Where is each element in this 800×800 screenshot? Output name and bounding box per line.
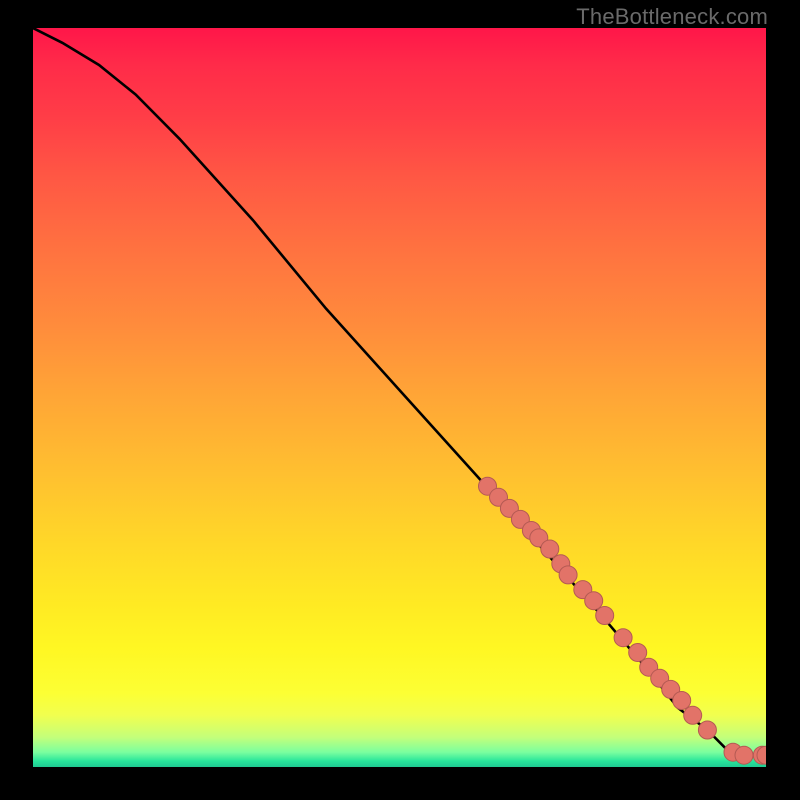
data-marker [614, 629, 632, 647]
data-marker [735, 746, 753, 764]
chart-frame: TheBottleneck.com [0, 0, 800, 800]
data-marker [559, 566, 577, 584]
data-marker [585, 592, 603, 610]
data-marker [698, 721, 716, 739]
data-marker [596, 607, 614, 625]
plot-area [33, 28, 766, 767]
watermark-text: TheBottleneck.com [576, 4, 768, 30]
curve-path [33, 28, 766, 756]
data-marker [541, 540, 559, 558]
data-marker [684, 706, 702, 724]
chart-svg [33, 28, 766, 767]
marker-group [479, 477, 767, 764]
data-marker [629, 644, 647, 662]
data-marker [673, 692, 691, 710]
